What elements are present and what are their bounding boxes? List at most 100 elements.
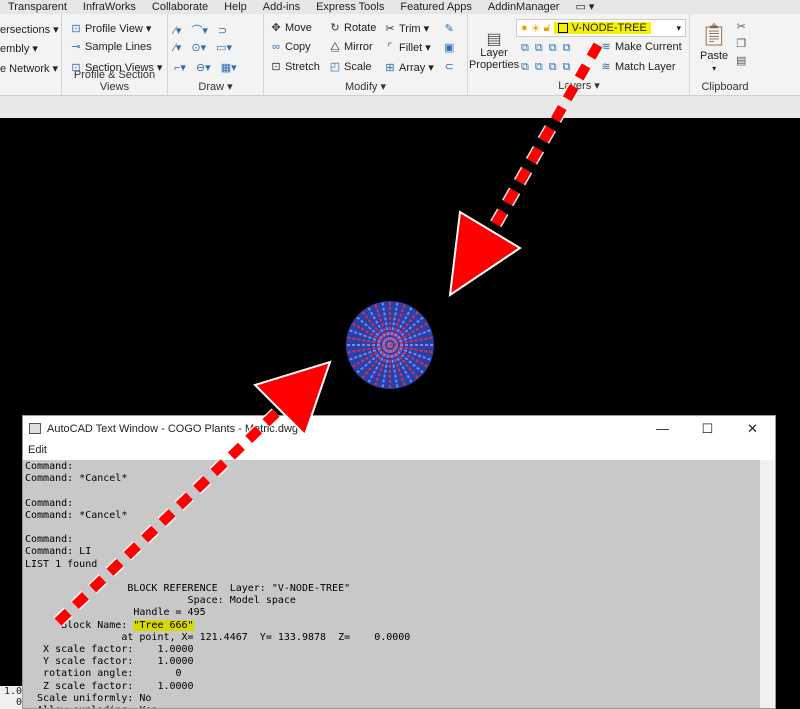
draw-row-2: ⁄▾ ⊙▾ ▭▾ xyxy=(174,41,232,54)
profile-section-panel: ⊡ Profile View ▾ ⊸ Sample Lines ⊡ Section V… xyxy=(62,14,168,96)
layer-properties-icon: ▤ xyxy=(486,31,502,48)
app-icon xyxy=(29,423,41,434)
tab-add-ins[interactable]: Add-ins xyxy=(255,0,308,14)
move-button[interactable]: ✥ Move xyxy=(270,22,312,34)
array-button[interactable]: ⊞ Array ▾ xyxy=(384,61,433,75)
layer-properties-button[interactable]: ▤ Layer Properties xyxy=(469,31,519,72)
ribbon: ersections ▾ embly ▾ e Network ▾ ⊡ Profil… xyxy=(0,14,800,96)
layer-tools-row-1: ⧉ ⧉ ⧉ ⧉ xyxy=(521,42,570,55)
panel-title: Profile & Section Views xyxy=(73,69,156,93)
panel-title: Draw ▾ xyxy=(198,81,233,93)
close-button[interactable]: ✕ xyxy=(730,416,775,441)
layer-dropdown[interactable]: ● ☀ 🔓︎ V-NODE-TREE ▾ xyxy=(516,19,686,37)
history-text: at point, X= 121.4467 Y= 133.9878 Z= 0.0… xyxy=(37,631,411,708)
tab-collaborate[interactable]: Collaborate xyxy=(144,0,216,14)
stretch-icon: ⊡ xyxy=(271,61,281,73)
window-controls: — ☐ ✕ xyxy=(640,416,775,441)
hatch-icon[interactable]: ▦▾ xyxy=(221,61,237,74)
cut-icon[interactable]: ✂ xyxy=(737,20,746,33)
tab-addinmanager[interactable]: AddinManager xyxy=(480,0,568,14)
text-window: AutoCAD Text Window - COGO Plants - Metr… xyxy=(22,415,776,709)
panel-title: Clipboard xyxy=(701,81,749,93)
tab-express-tools[interactable]: Express Tools xyxy=(308,0,392,14)
draw-panel: ⁄▾ ⌒▾ ⊃ ⁄▾ ⊙▾ ▭▾ ⌐▾ ⊖▾ ▦▾ Draw ▾ xyxy=(168,14,264,96)
copy-icon: ∞ xyxy=(272,41,280,53)
menu-edit[interactable]: Edit xyxy=(28,444,47,456)
tab-help[interactable]: Help xyxy=(216,0,255,14)
layer-unlock-icon: 🔓︎ xyxy=(543,21,551,34)
paste-icon: 📋︎ xyxy=(700,22,729,47)
move-icon: ✥ xyxy=(271,22,281,34)
clipboard-tools: ✂ ❐ ▤ xyxy=(736,20,746,67)
fillet-button[interactable]: ⌜ Fillet ▾ xyxy=(384,41,430,55)
copy-base-icon[interactable]: ▤ xyxy=(736,54,746,67)
layer-thaw-all-icon[interactable]: ⧉ xyxy=(549,61,557,74)
layer-freeze-icon[interactable]: ⧉ xyxy=(549,42,557,55)
make-current-button[interactable]: ≋ Make Current xyxy=(600,41,681,53)
spline-icon[interactable]: ⌐▾ xyxy=(174,61,186,74)
pipe-network-button[interactable]: e Network ▾ xyxy=(0,62,58,76)
paste-button[interactable]: 📋︎ Paste ▾ xyxy=(700,22,728,73)
layer-lock-icon[interactable]: ⧉ xyxy=(563,42,571,55)
block-name-highlight: "Tree 666" xyxy=(133,619,194,631)
layer-on-icon: ● xyxy=(521,22,528,34)
copy-button[interactable]: ∞ Copy xyxy=(270,41,311,53)
create-design-panel: ersections ▾ embly ▾ e Network ▾ xyxy=(0,14,62,96)
tab-transparent[interactable]: Transparent xyxy=(0,0,75,14)
layer-isolate-icon[interactable]: ⧉ xyxy=(521,42,529,55)
minimize-button[interactable]: — xyxy=(640,416,685,441)
intersections-button[interactable]: ersections ▾ xyxy=(0,23,59,37)
ellipse-icon[interactable]: ⊖▾ xyxy=(196,61,211,74)
scrollbar[interactable] xyxy=(760,460,775,708)
command-history[interactable]: Command: Command: *Cancel* Command: Comm… xyxy=(23,460,760,708)
ribbon-footer-strip xyxy=(0,96,800,118)
tab-featured-apps[interactable]: Featured Apps xyxy=(392,0,480,14)
trim-icon: ✂ xyxy=(385,22,395,35)
ribbon-minimize-button[interactable]: ▭ ▾ xyxy=(567,0,602,14)
sample-lines-icon: ⊸ xyxy=(71,41,81,53)
rotate-button[interactable]: ↻ Rotate xyxy=(329,22,376,34)
modify-extra-icons: ✎ ▣ ⊂ xyxy=(444,22,454,73)
layer-thaw-icon: ☀ xyxy=(530,22,541,35)
layer-unlock-all-icon[interactable]: ⧉ xyxy=(563,61,571,74)
current-layer: V-NODE-TREE xyxy=(553,22,651,34)
draw-row-3: ⌐▾ ⊖▾ ▦▾ xyxy=(174,61,237,74)
offset-icon[interactable]: ⊂ xyxy=(445,60,454,73)
layer-match-icon[interactable]: ⧉ xyxy=(535,61,543,74)
mirror-icon: ⧋ xyxy=(330,41,340,53)
sample-lines-button[interactable]: ⊸ Sample Lines xyxy=(70,41,151,53)
fillet-icon: ⌜ xyxy=(387,41,393,54)
construction-line-icon[interactable]: ⁄▾ xyxy=(174,41,181,54)
stretch-button[interactable]: ⊡ Stretch xyxy=(270,61,319,73)
polyline-icon[interactable]: ⊃ xyxy=(218,24,227,37)
panel-title: Modify ▾ xyxy=(345,81,386,93)
profile-view-button[interactable]: ⊡ Profile View ▾ xyxy=(70,22,151,36)
match-layer-button[interactable]: ≋ Match Layer xyxy=(600,61,675,73)
explode-icon[interactable]: ▣ xyxy=(444,41,454,54)
panel-title: Layers ▾ xyxy=(558,80,600,92)
circle-icon[interactable]: ⊙▾ xyxy=(191,41,206,54)
trim-button[interactable]: ✂ Trim ▾ xyxy=(384,22,429,36)
assembly-button[interactable]: embly ▾ xyxy=(0,42,38,56)
layer-off-icon[interactable]: ⧉ xyxy=(535,42,543,55)
rotate-icon: ↻ xyxy=(330,22,340,34)
clipboard-panel: 📋︎ Paste ▾ ✂ ❐ ▤ Clipboard xyxy=(690,14,760,96)
layer-unisolate-icon[interactable]: ⧉ xyxy=(521,61,529,74)
erase-icon[interactable]: ✎ xyxy=(445,22,454,35)
history-text: Command: Command: *Cancel* Command: Comm… xyxy=(25,461,351,631)
chevron-down-icon: ▾ xyxy=(676,22,681,33)
line-icon[interactable]: ⁄▾ xyxy=(174,24,181,37)
profile-view-icon: ⊡ xyxy=(71,22,81,35)
array-icon: ⊞ xyxy=(385,61,395,74)
mirror-button[interactable]: ⧋ Mirror xyxy=(329,41,373,53)
copy-clip-icon[interactable]: ❐ xyxy=(736,37,746,50)
match-layer-icon: ≋ xyxy=(601,61,611,73)
scale-button[interactable]: ◰ Scale xyxy=(329,61,372,73)
layer-color-swatch xyxy=(557,23,568,33)
rectangle-icon[interactable]: ▭▾ xyxy=(216,41,232,54)
tab-infraworks[interactable]: InfraWorks xyxy=(75,0,144,14)
menu-bar: Edit xyxy=(23,441,775,459)
arc-icon[interactable]: ⌒▾ xyxy=(191,22,208,38)
maximize-button[interactable]: ☐ xyxy=(685,416,730,441)
scale-icon: ◰ xyxy=(329,61,341,73)
